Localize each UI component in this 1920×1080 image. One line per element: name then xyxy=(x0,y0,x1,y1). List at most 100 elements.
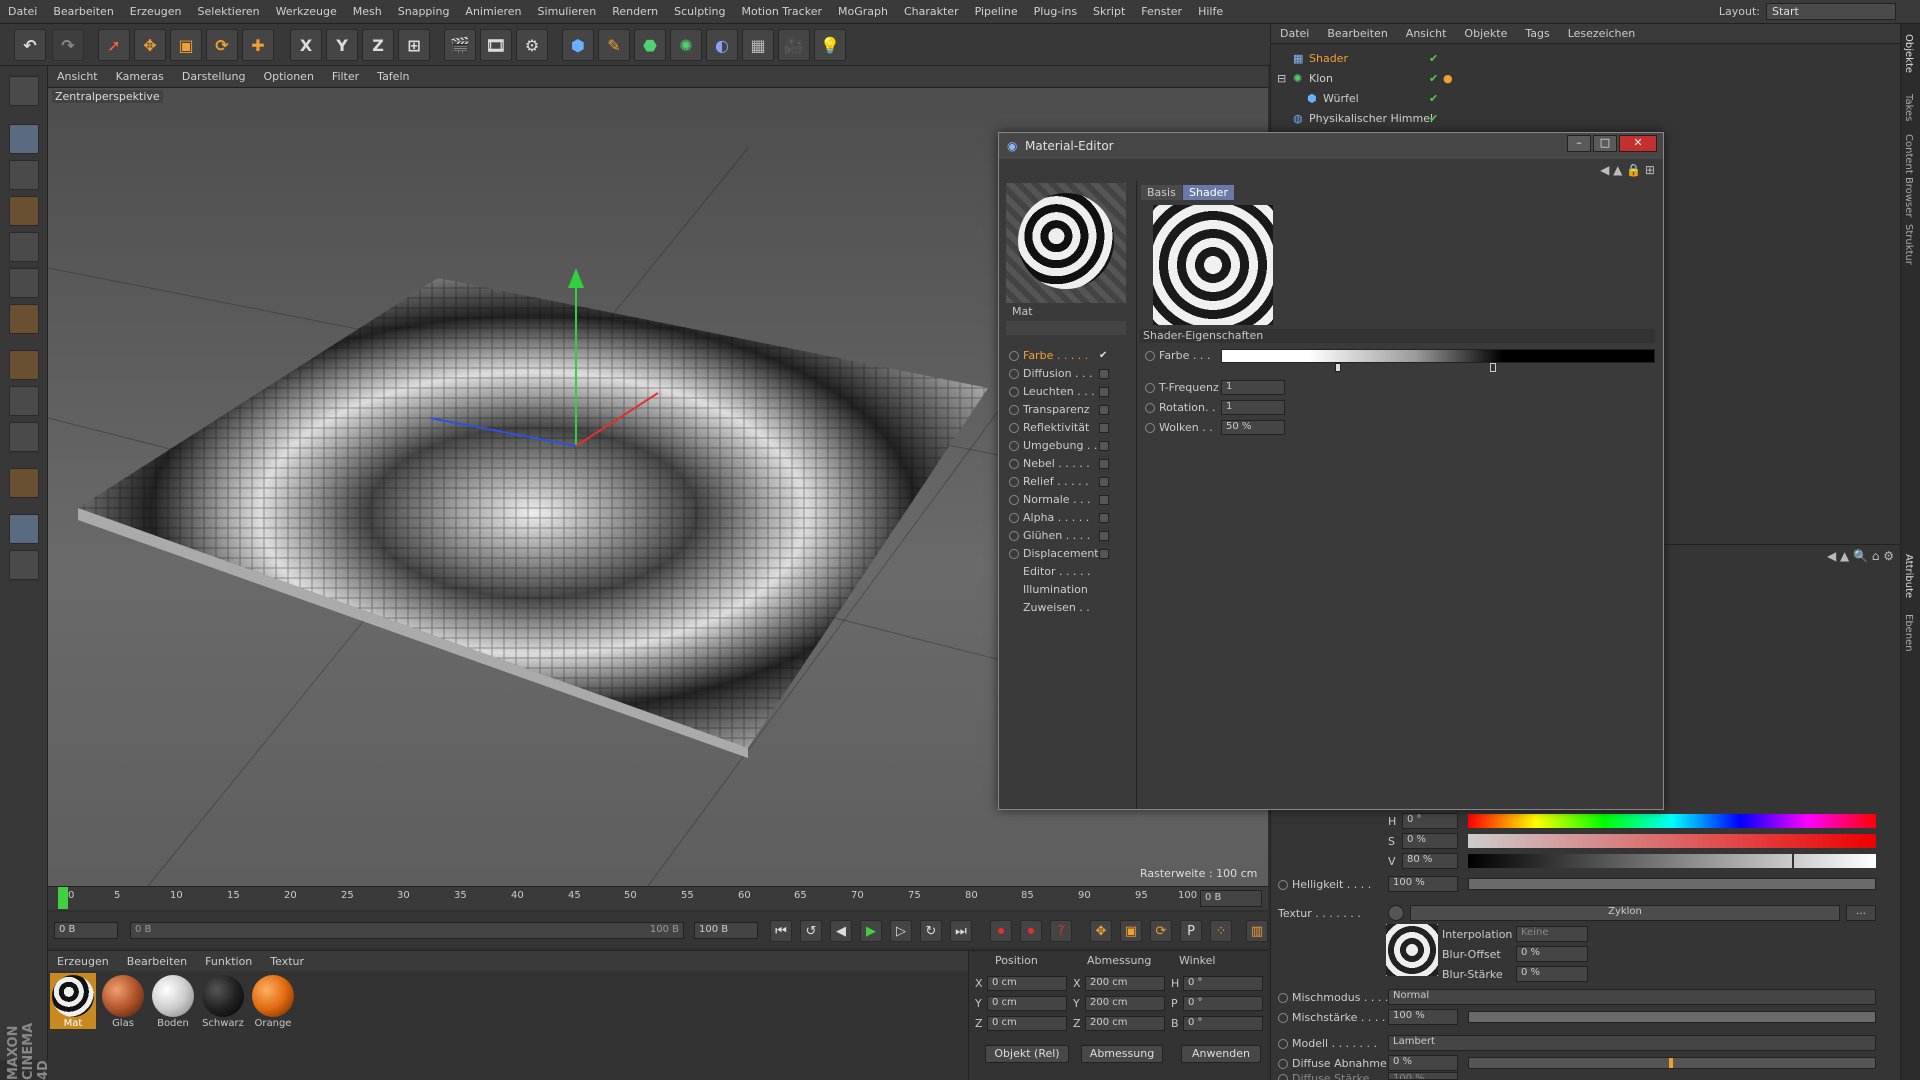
brightness-field[interactable]: 100 % xyxy=(1388,876,1458,892)
render-view-icon[interactable]: 🎬 xyxy=(444,29,476,61)
material-orange[interactable]: Orange xyxy=(250,973,296,1029)
mix-strength-slider[interactable] xyxy=(1468,1011,1876,1023)
rotate-tool-icon[interactable]: ⟳ xyxy=(206,29,238,61)
tab-basis[interactable]: Basis xyxy=(1141,185,1182,200)
viewport-menu-ansicht[interactable]: Ansicht xyxy=(48,70,107,83)
material-menu-funktion[interactable]: Funktion xyxy=(196,955,261,968)
autokey-icon[interactable]: ⏺ xyxy=(1020,920,1042,942)
shader-preview[interactable] xyxy=(1153,205,1273,325)
grid-snap-icon[interactable] xyxy=(9,550,39,580)
object-menu-ansicht[interactable]: Ansicht xyxy=(1397,27,1456,40)
hsv-v-field[interactable]: 80 % xyxy=(1402,853,1458,869)
channel-checkbox[interactable] xyxy=(1099,423,1109,433)
interpolation-select[interactable]: Keine xyxy=(1516,926,1588,942)
menu-datei[interactable]: Datei xyxy=(0,5,45,18)
tab-takes[interactable]: Takes xyxy=(1903,94,1914,121)
floor-scene-icon[interactable]: ▦ xyxy=(742,29,774,61)
tab-attribute[interactable]: Attribute xyxy=(1903,554,1914,598)
tab-objekte[interactable]: Objekte xyxy=(1903,34,1914,73)
maximize-button[interactable]: □ xyxy=(1593,135,1617,152)
previous-frame-icon[interactable]: ◀ xyxy=(830,920,852,942)
axis-mode-icon[interactable] xyxy=(9,350,39,380)
channel-alpha[interactable]: Alpha . . . . . xyxy=(1009,511,1089,524)
move-tool-icon[interactable]: ✥ xyxy=(134,29,166,61)
menu-bearbeiten[interactable]: Bearbeiten xyxy=(45,5,121,18)
record-rotation-icon[interactable]: ⟳ xyxy=(1150,920,1172,942)
object-menu-tags[interactable]: Tags xyxy=(1516,27,1558,40)
blur-strength-field[interactable]: 0 % xyxy=(1516,966,1588,982)
minimize-button[interactable]: – xyxy=(1567,135,1591,152)
subdivision-icon[interactable]: ⬣ xyxy=(634,29,666,61)
record-pla-icon[interactable]: ⁘ xyxy=(1210,920,1232,942)
menu-erzeugen[interactable]: Erzeugen xyxy=(122,5,190,18)
tab-ebenen[interactable]: Ebenen xyxy=(1903,614,1914,652)
start-frame-field[interactable]: 0 B xyxy=(54,922,118,939)
menu-skript[interactable]: Skript xyxy=(1085,5,1133,18)
visibility-check-icon[interactable]: ✔ xyxy=(1429,92,1438,105)
render-settings-icon[interactable]: ⚙ xyxy=(516,29,548,61)
texture-mode-icon[interactable] xyxy=(9,160,39,190)
add-tool-icon[interactable]: ✚ xyxy=(242,29,274,61)
next-frame-icon[interactable]: ▷ xyxy=(890,920,912,942)
rotation-b-field[interactable]: 0 ° xyxy=(1183,1016,1263,1031)
channel-farbe[interactable]: Farbe . . . . . xyxy=(1009,349,1088,362)
redo-icon[interactable]: ↷ xyxy=(52,29,84,61)
workplane-mode-icon[interactable] xyxy=(9,196,39,226)
rotation-field[interactable]: 1 xyxy=(1221,400,1285,415)
material-preview-panel[interactable] xyxy=(1006,183,1126,303)
x-axis-lock-button[interactable]: X xyxy=(290,29,322,61)
y-axis-lock-button[interactable]: Y xyxy=(326,29,358,61)
channel-diffusion[interactable]: Diffusion . . . xyxy=(1009,367,1093,380)
hue-slider[interactable] xyxy=(1468,814,1876,828)
make-editable-icon[interactable] xyxy=(9,76,39,106)
object-row-shader[interactable]: ▦ Shader ✔ xyxy=(1271,52,1901,71)
brightness-slider[interactable] xyxy=(1468,878,1876,890)
mograph-cloner-icon[interactable]: ✺ xyxy=(670,29,702,61)
diffuse-strength-field[interactable]: 100 % xyxy=(1388,1072,1458,1080)
channel-checkbox[interactable] xyxy=(1099,495,1109,505)
next-key-icon[interactable]: ↻ xyxy=(920,920,942,942)
frame-range-slider[interactable]: 0 B 100 B xyxy=(130,922,684,939)
record-keys-icon[interactable]: ⏺ xyxy=(990,920,1012,942)
channel-editor[interactable]: Editor . . . . . xyxy=(1023,565,1091,578)
channel-gluehen[interactable]: Glühen . . . . xyxy=(1009,529,1090,542)
rotation-p-field[interactable]: 0 ° xyxy=(1183,996,1263,1011)
channel-checkbox[interactable] xyxy=(1099,387,1109,397)
menu-mograph[interactable]: MoGraph xyxy=(830,5,896,18)
texture-preview[interactable] xyxy=(1386,924,1438,976)
timeline-window-icon[interactable]: ▥ xyxy=(1246,920,1268,942)
value-slider-handle[interactable] xyxy=(1792,852,1794,870)
clouds-field[interactable]: 50 % xyxy=(1221,420,1285,435)
layout-select[interactable]: Start xyxy=(1766,3,1896,20)
edges-mode-icon[interactable] xyxy=(9,268,39,298)
channel-nebel[interactable]: Nebel . . . . . xyxy=(1009,457,1090,470)
playhead[interactable] xyxy=(58,887,68,909)
timeline-ruler[interactable]: 0 5 10 15 20 25 30 35 40 45 50 55 60 65 … xyxy=(48,886,1268,910)
channel-illumination[interactable]: Illumination xyxy=(1023,583,1088,596)
material-menu-textur[interactable]: Textur xyxy=(261,955,313,968)
texture-menu-icon[interactable] xyxy=(1388,905,1404,921)
z-axis-lock-button[interactable]: Z xyxy=(362,29,394,61)
menu-charakter[interactable]: Charakter xyxy=(896,5,967,18)
select-tool-icon[interactable]: ➚ xyxy=(98,29,130,61)
hsv-s-field[interactable]: 0 % xyxy=(1402,833,1458,849)
record-parameter-icon[interactable]: P xyxy=(1180,920,1202,942)
apply-button[interactable]: Anwenden xyxy=(1181,1045,1261,1063)
material-boden[interactable]: Boden xyxy=(150,973,196,1029)
texture-shader-button[interactable]: Zyklon xyxy=(1410,905,1840,921)
attribute-nav-icons[interactable]: ◀ ▲ 🔍 ⌂ ⚙ xyxy=(1827,549,1894,563)
object-menu-datei[interactable]: Datei xyxy=(1271,27,1318,40)
position-x-field[interactable]: 0 cm xyxy=(987,976,1067,991)
pen-spline-icon[interactable]: ✎ xyxy=(598,29,630,61)
channel-checkbox[interactable] xyxy=(1099,531,1109,541)
object-row-physical-sky[interactable]: ◍ Physikalischer Himmel ✔ xyxy=(1271,112,1901,131)
size-x-field[interactable]: 200 cm xyxy=(1085,976,1165,991)
channel-checkbox[interactable] xyxy=(1099,405,1109,415)
viewport-menu-kameras[interactable]: Kameras xyxy=(107,70,173,83)
mix-strength-field[interactable]: 100 % xyxy=(1388,1009,1458,1025)
object-menu-lesezeichen[interactable]: Lesezeichen xyxy=(1559,27,1645,40)
material-glas[interactable]: Glas xyxy=(100,973,146,1029)
material-editor-titlebar[interactable]: ◉ Material-Editor – □ ✕ xyxy=(999,133,1663,159)
menu-sculpting[interactable]: Sculpting xyxy=(666,5,733,18)
channel-reflektivitaet[interactable]: Reflektivität xyxy=(1009,421,1089,434)
